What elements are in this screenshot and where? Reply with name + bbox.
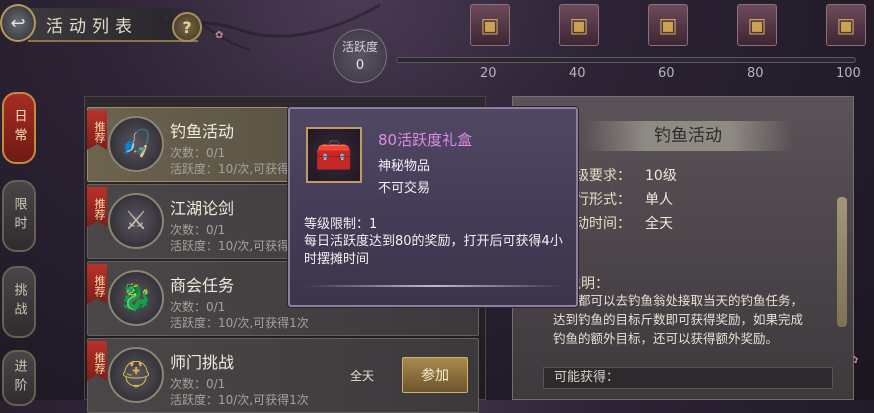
tab-advance[interactable]: 进阶 [2, 350, 36, 406]
fishing-icon: 🎣 [108, 116, 164, 172]
activity-count: 次数：0/1 [170, 146, 226, 160]
tooltip-item-name: 80活跃度礼盒 [378, 131, 473, 149]
blossom-icon: ✿ [215, 30, 224, 41]
activity-label: 活跃度 [341, 40, 378, 54]
detail-form-row: 行形式： 单人 [575, 192, 673, 208]
recommend-tag: 推荐 [87, 187, 107, 227]
milestone-label: 60 [658, 66, 675, 81]
activity-counter: 活跃度 0 [333, 29, 387, 83]
treasure-chest-icon[interactable]: ▣ [559, 4, 599, 46]
activity-name: 江湖论剑 [170, 199, 235, 218]
tooltip-level-limit: 等级限制：1 [304, 217, 378, 232]
activity-value: 0 [355, 58, 365, 73]
milestone-label: 80 [747, 66, 764, 81]
detail-title: 钓鱼活动 [583, 121, 793, 151]
recommend-tag: 推荐 [87, 110, 107, 150]
crossed-swords-icon: ⚔ [108, 193, 164, 249]
activity-name: 商会任务 [170, 276, 235, 295]
activity-count: 次数：0/1 [170, 223, 226, 237]
item-tooltip: 🧰 80活跃度礼盒 神秘物品 不可交易 等级限制：1 每日活跃度达到80的奖励，… [288, 107, 578, 307]
activity-activeness: 活跃度：10/次,可获得 [170, 239, 290, 253]
tooltip-trade-status: 不可交易 [378, 181, 431, 196]
reward-label: 可能获得： [543, 367, 833, 389]
treasure-chest-icon[interactable]: ▣ [648, 4, 688, 46]
treasure-chest-icon[interactable]: ▣ [737, 4, 777, 46]
activity-name: 师门挑战 [170, 353, 235, 372]
join-button[interactable]: 参加 [402, 357, 468, 393]
treasure-chest-icon[interactable]: ▣ [470, 4, 510, 46]
tooltip-description: 每日活跃度达到80的奖励，打开后可获得4小时摆摊时间 [304, 234, 563, 267]
tooltip-divider [304, 285, 564, 287]
activity-count: 次数：0/1 [170, 377, 226, 391]
back-button[interactable]: ↩ [0, 4, 36, 42]
tab-daily[interactable]: 日常 [2, 92, 36, 164]
tab-limited[interactable]: 限时 [2, 180, 36, 252]
activity-time: 全天 [350, 369, 375, 383]
detail-time-row: 动时间： 全天 [575, 216, 673, 232]
list-item[interactable]: 推荐 ⛑ 师门挑战 次数：0/1 活跃度：10/次,可获得1次 全天 参加 [87, 338, 479, 413]
tab-challenge[interactable]: 挑战 [2, 266, 36, 338]
back-arrow-icon: ↩ [10, 12, 26, 34]
tooltip-item-type: 神秘物品 [378, 159, 431, 174]
help-button[interactable]: ? [172, 12, 202, 42]
activity-count: 次数：0/1 [170, 300, 226, 314]
detail-level-row: 级要求： 10级 [575, 168, 677, 184]
recommend-tag: 推荐 [87, 264, 107, 304]
page-title: 活动列表 [46, 16, 138, 37]
activity-activeness: 活跃度：10/次,可获得 [170, 162, 290, 176]
dragon-icon: 🐉 [108, 270, 164, 326]
milestone-label: 100 [836, 66, 861, 81]
activity-name: 钓鱼活动 [170, 122, 235, 141]
activity-activeness: 活跃度：10/次,可获得1次 [170, 316, 309, 330]
tassel-decoration [837, 197, 847, 327]
treasure-chest-icon: 🧰 [306, 127, 362, 183]
milestone-label: 40 [569, 66, 586, 81]
treasure-chest-icon[interactable]: ▣ [826, 4, 866, 46]
activity-progress-bar [396, 57, 856, 63]
milestone-label: 20 [480, 66, 497, 81]
detail-description: 每天都可以去钓鱼翁处接取当天的钓鱼任务，达到钓鱼的目标斤数即可获得奖励，如果完成… [553, 293, 804, 346]
recommend-tag: 推荐 [87, 341, 107, 381]
gold-helmet-icon: ⛑ [108, 347, 164, 403]
